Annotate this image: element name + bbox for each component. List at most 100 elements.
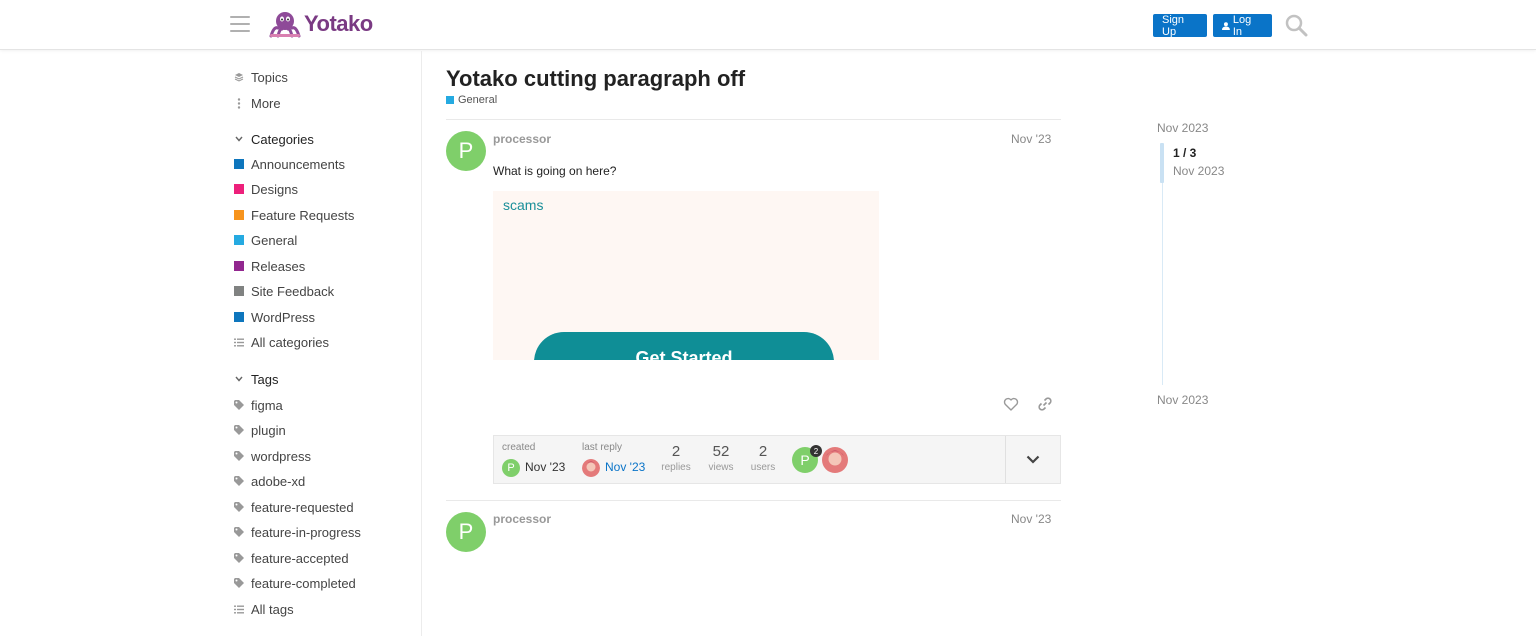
replies-label: replies (661, 462, 691, 473)
last-reply-date[interactable]: Nov '23 (605, 460, 645, 474)
avatar[interactable]: P (446, 131, 486, 171)
sidebar-item-label: feature-completed (251, 575, 356, 591)
categories-section-toggle[interactable]: Categories (233, 130, 314, 148)
post-username[interactable]: processor (493, 132, 551, 146)
sidebar-item-wordpress[interactable]: WordPress (233, 308, 315, 326)
sidebar-item-label: wordpress (251, 448, 311, 464)
sidebar-item-topics[interactable]: Topics (233, 68, 288, 86)
post-date[interactable]: Nov '23 (1011, 512, 1051, 526)
category-color-swatch (233, 235, 244, 245)
sidebar-item-label: feature-accepted (251, 550, 349, 566)
timeline-end-date[interactable]: Nov 2023 (1157, 393, 1208, 407)
sidebar-item-label: feature-in-progress (251, 524, 361, 540)
sidebar-item-label: All categories (251, 334, 330, 350)
sidebar-item-all-categories[interactable]: All categories (233, 333, 329, 351)
tag-icon (233, 400, 244, 410)
tags-section-toggle[interactable]: Tags (233, 370, 278, 388)
sidebar-item-releases[interactable]: Releases (233, 257, 305, 275)
category-color-swatch (233, 261, 244, 271)
topic-title[interactable]: Yotako cutting paragraph off (446, 66, 745, 92)
sidebar-item-label: Topics (251, 69, 288, 85)
sidebar-item-label: Site Feedback (251, 283, 335, 299)
expand-topic-map-button[interactable] (1005, 436, 1060, 483)
sidebar-item-all-tags[interactable]: All tags (233, 600, 294, 618)
tag-icon (233, 451, 244, 461)
sidebar-item-label: Designs (251, 181, 298, 197)
views-label: views (708, 462, 734, 473)
embedded-image[interactable]: scams Get Started (493, 191, 879, 360)
category-color-swatch (233, 210, 244, 220)
chevron-down-icon (233, 376, 244, 382)
avatar[interactable]: P (502, 459, 520, 477)
post-count-badge: 2 (810, 445, 822, 457)
sidebar-item-feature-requests[interactable]: Feature Requests (233, 206, 354, 224)
search-icon[interactable] (1284, 13, 1308, 37)
topic-category-label: General (458, 94, 498, 106)
log-in-button[interactable]: Log In (1213, 14, 1272, 38)
sidebar-item-label: Feature Requests (251, 207, 355, 223)
sidebar-tag-feature-in-progress[interactable]: feature-in-progress (233, 523, 361, 541)
tag-icon (233, 527, 244, 537)
sidebar-item-label: plugin (251, 422, 286, 438)
sidebar-tag-figma[interactable]: figma (233, 396, 283, 414)
tags-heading: Tags (251, 371, 279, 387)
chevron-down-icon (1026, 455, 1040, 464)
tag-icon (233, 476, 244, 486)
heart-icon[interactable] (1003, 396, 1019, 412)
avatar[interactable] (582, 459, 600, 477)
divider (446, 119, 1061, 120)
site-logo[interactable]: Yotako (268, 10, 373, 38)
link-icon[interactable] (1037, 396, 1053, 412)
sidebar-tag-feature-requested[interactable]: feature-requested (233, 498, 354, 516)
embedded-get-started-button: Get Started (534, 332, 834, 360)
list-icon (233, 338, 244, 347)
sidebar-item-label: More (251, 95, 281, 111)
timeline-scroll-handle[interactable] (1160, 143, 1164, 183)
sidebar-item-designs[interactable]: Designs (233, 180, 298, 198)
views-count: 52 (712, 443, 730, 460)
category-color-swatch (233, 286, 244, 296)
sidebar-item-more[interactable]: More (233, 94, 281, 112)
sidebar (0, 51, 422, 636)
sidebar-item-label: General (251, 232, 298, 248)
user-icon (1222, 21, 1230, 30)
category-color-swatch (233, 159, 244, 169)
sign-up-button[interactable]: Sign Up (1153, 14, 1207, 38)
sidebar-item-label: Announcements (251, 156, 345, 172)
topic-map: created P Nov '23 last reply Nov '23 2 r… (493, 435, 1061, 484)
category-color-swatch (233, 312, 244, 322)
sidebar-tag-plugin[interactable]: plugin (233, 421, 286, 439)
embedded-image-text: scams (503, 197, 544, 213)
sidebar-item-general[interactable]: General (233, 231, 297, 249)
list-icon (233, 605, 244, 614)
sidebar-tag-feature-completed[interactable]: feature-completed (233, 574, 356, 592)
avatar[interactable] (822, 447, 848, 473)
sidebar-tag-feature-accepted[interactable]: feature-accepted (233, 549, 349, 567)
timeline-position-date: Nov 2023 (1173, 164, 1225, 178)
sidebar-item-site-feedback[interactable]: Site Feedback (233, 282, 334, 300)
last-reply-label: last reply (582, 442, 623, 453)
created-label: created (502, 442, 536, 453)
tag-icon (233, 578, 244, 588)
timeline-start-date[interactable]: Nov 2023 (1157, 121, 1208, 135)
post-body-text: What is going on here? (493, 164, 617, 178)
layers-icon (233, 72, 244, 82)
avatar[interactable]: P (446, 512, 486, 552)
category-color-swatch (233, 184, 244, 194)
chevron-down-icon (233, 136, 244, 142)
sidebar-tag-adobe-xd[interactable]: adobe-xd (233, 472, 305, 490)
octopus-logo-icon (269, 12, 301, 38)
created-date: Nov '23 (525, 460, 566, 474)
tag-icon (233, 553, 244, 563)
categories-heading: Categories (251, 131, 314, 147)
timeline-position: 1 / 3 (1173, 146, 1197, 160)
topic-category-badge[interactable]: General (446, 94, 497, 106)
sidebar-item-label: adobe-xd (251, 473, 306, 489)
post-date[interactable]: Nov '23 (1011, 132, 1051, 146)
sidebar-item-label: WordPress (251, 309, 316, 325)
post-username[interactable]: processor (493, 512, 551, 526)
sidebar-item-announcements[interactable]: Announcements (233, 155, 345, 173)
sidebar-tag-wordpress[interactable]: wordpress (233, 447, 311, 465)
hamburger-menu-icon[interactable] (230, 16, 250, 32)
tag-icon (233, 502, 244, 512)
